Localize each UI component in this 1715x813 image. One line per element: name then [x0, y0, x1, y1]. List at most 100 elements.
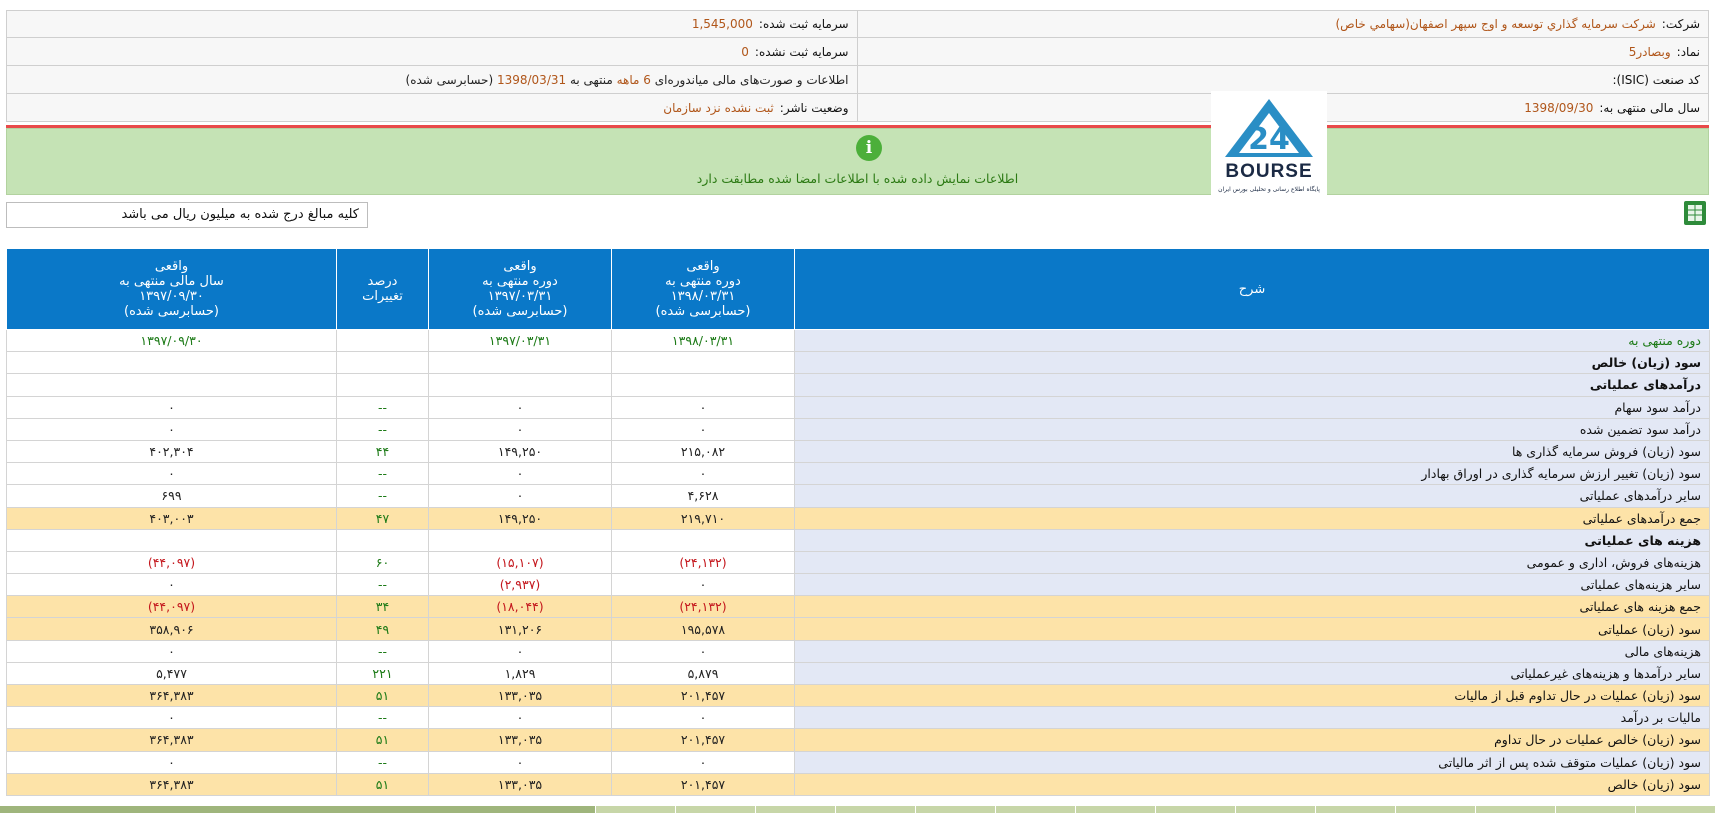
bottom-tab[interactable]	[1155, 806, 1235, 813]
income-statement-table: شرح واقعی دوره منتهی به ۱۳۹۸/۰۳/۳۱ (حسابرسی…	[6, 248, 1710, 796]
value-period-1397: ۰	[428, 462, 612, 486]
statement-mid: منتهی به	[569, 72, 613, 87]
value-fiscal-year: ۰	[6, 639, 337, 663]
bottom-tab[interactable]	[1075, 806, 1155, 813]
row-description: سایر هزینه‌های عملیاتی	[794, 573, 1710, 597]
value-change-percent: --	[336, 395, 429, 419]
table-row: سود (زیان) عملیات در حال تداوم قبل از ما…	[6, 683, 1710, 708]
value-fiscal-year: (۴۴,۰۹۷)	[6, 550, 337, 575]
isic-cell: کد صنعت (ISIC):	[858, 66, 1709, 93]
value-period-1397: ۱۳۳,۰۳۵	[428, 683, 612, 708]
value-fiscal-year: ۳۶۴,۳۸۳	[6, 772, 337, 796]
value-fiscal-year: (۴۴,۰۹۷)	[6, 595, 337, 619]
table-row: درآمد سود تضمین شده ۰ ۰ -- ۰	[6, 417, 1710, 441]
bourse24-logo: 24 BOURSE پایگاه اطلاع رسانی و تحلیلی بو…	[1211, 91, 1327, 199]
bottom-tab[interactable]	[1235, 806, 1315, 813]
value-period-1398: ۴,۶۲۸	[611, 484, 795, 508]
value-period-1398: (۲۴,۱۳۲)	[611, 595, 795, 619]
value-fiscal-year: ۰	[6, 417, 337, 441]
info-row-2: نماد: وبصادر5 سرمایه ثبت نشده: 0	[6, 38, 1709, 66]
value-change-percent: ۵۱	[336, 772, 429, 796]
value-fiscal-year	[6, 351, 337, 375]
value-change-percent: --	[336, 706, 429, 730]
unregistered-capital-label: سرمایه ثبت نشده:	[754, 44, 849, 59]
value-period-1397: ۰	[428, 750, 612, 774]
header-description: شرح	[794, 248, 1710, 330]
value-change-percent: --	[336, 417, 429, 441]
value-period-1397: (۲,۹۳۷)	[428, 573, 612, 597]
info-icon: i	[856, 135, 882, 161]
value-period-1398: ۰	[611, 417, 795, 441]
value-period-1397: ۰	[428, 417, 612, 441]
header-period-1398: واقعی دوره منتهی به ۱۳۹۸/۰۳/۳۱ (حسابرسی شده…	[611, 248, 795, 330]
value-fiscal-year: ۴۰۲,۳۰۴	[6, 439, 337, 464]
company-cell: شرکت: شرکت سرمايه گذاري توسعه و اوج سپهر…	[858, 11, 1709, 37]
value-change-percent: --	[336, 750, 429, 774]
value-change-percent: ۴۴	[336, 439, 429, 464]
bottom-tab[interactable]	[755, 806, 835, 813]
bottom-tab[interactable]	[915, 806, 995, 813]
statement-period: 6 ماهه	[616, 72, 651, 87]
value-period-1397: (۱۸,۰۴۴)	[428, 595, 612, 619]
logo-number: 24	[1248, 122, 1290, 157]
value-period-1398: ۰	[611, 395, 795, 419]
table-row: درآمد سود سهام ۰ ۰ -- ۰	[6, 395, 1710, 419]
table-row: هزینه‌های مالی ۰ ۰ -- ۰	[6, 639, 1710, 663]
value-change-percent	[336, 528, 429, 552]
value-period-1397: ۱۳۱,۲۰۶	[428, 617, 612, 641]
value-period-1398	[611, 373, 795, 397]
row-description: مالیات بر درآمد	[794, 706, 1710, 730]
row-description: سود (زیان) خالص عملیات در حال تداوم	[794, 728, 1710, 752]
table-row: درآمدهای عملیاتی	[6, 373, 1710, 397]
value-change-percent: ۵۱	[336, 683, 429, 708]
table-row: سود (زیان) عملیاتی ۱۹۵,۵۷۸ ۱۳۱,۲۰۶ ۴۹ ۳۵۸,۹۰…	[6, 617, 1710, 641]
statement-cell: اطلاعات و صورت‌های مالی میاندوره‌ای 6 ما…	[7, 66, 858, 93]
table-row: سایر هزینه‌های عملیاتی ۰ (۲,۹۳۷) -- ۰	[6, 573, 1710, 597]
value-fiscal-year: ۱۳۹۷/۰۹/۳۰	[6, 328, 337, 353]
bottom-tab[interactable]	[1635, 806, 1715, 813]
value-period-1398: ۱۹۵,۵۷۸	[611, 617, 795, 641]
symbol-link[interactable]: وبصادر5	[1629, 45, 1671, 59]
value-fiscal-year: ۳۶۴,۳۸۳	[6, 728, 337, 752]
value-period-1398: ۰	[611, 573, 795, 597]
company-name-link[interactable]: شرکت سرمايه گذاري توسعه و اوج سپهر اصفها…	[1336, 17, 1656, 31]
value-fiscal-year: ۰	[6, 573, 337, 597]
value-period-1398	[611, 528, 795, 552]
value-period-1398: ۱۳۹۸/۰۳/۳۱	[611, 328, 795, 353]
bottom-tab[interactable]	[1395, 806, 1475, 813]
unregistered-capital-cell: سرمایه ثبت نشده: 0	[7, 38, 858, 65]
bottom-tab[interactable]	[1555, 806, 1635, 813]
value-fiscal-year: ۴۰۳,۰۰۳	[6, 506, 337, 530]
value-fiscal-year: ۳۵۸,۹۰۶	[6, 617, 337, 641]
value-fiscal-year: ۰	[6, 462, 337, 486]
verification-notice: i اطلاعات نمایش داده شده با اطلاعات امضا…	[6, 128, 1709, 195]
value-change-percent: ۴۹	[336, 617, 429, 641]
excel-export-icon[interactable]	[1683, 200, 1707, 226]
value-period-1398: ۰	[611, 750, 795, 774]
publisher-status-cell: وضعیت ناشر: ثبت نشده نزد سازمان	[7, 94, 858, 121]
bottom-tab[interactable]	[595, 806, 675, 813]
row-description: هزینه‌های مالی	[794, 639, 1710, 663]
registered-capital-cell: سرمایه ثبت شده: 1,545,000	[7, 11, 858, 37]
value-period-1398: ۲۰۱,۴۵۷	[611, 772, 795, 796]
info-row-3: کد صنعت (ISIC): اطلاعات و صورت‌های مالی …	[6, 66, 1709, 94]
company-info-table: شرکت: شرکت سرمايه گذاري توسعه و اوج سپهر…	[6, 10, 1709, 122]
bottom-tab[interactable]	[1475, 806, 1555, 813]
value-change-percent	[336, 328, 429, 353]
table-row: دوره منتهی به ۱۳۹۸/۰۳/۳۱ ۱۳۹۷/۰۳/۳۱ ۱۳۹۷/۰۹…	[6, 328, 1710, 353]
bottom-tab[interactable]	[1315, 806, 1395, 813]
value-change-percent: --	[336, 639, 429, 663]
bottom-tab[interactable]	[835, 806, 915, 813]
fiscal-year-label: سال مالی منتهی به:	[1599, 100, 1700, 115]
row-description: سایر درآمدهای عملیاتی	[794, 484, 1710, 508]
value-period-1397	[428, 351, 612, 375]
bottom-tab[interactable]	[675, 806, 755, 813]
value-fiscal-year: ۶۹۹	[6, 484, 337, 508]
bottom-tab[interactable]	[995, 806, 1075, 813]
value-period-1398: ۰	[611, 639, 795, 663]
value-period-1398	[611, 351, 795, 375]
table-row: مالیات بر درآمد ۰ ۰ -- ۰	[6, 706, 1710, 730]
value-fiscal-year	[6, 528, 337, 552]
statement-suffix: (حسابرسی شده)	[405, 72, 494, 87]
table-row: سود (زیان) خالص	[6, 351, 1710, 375]
